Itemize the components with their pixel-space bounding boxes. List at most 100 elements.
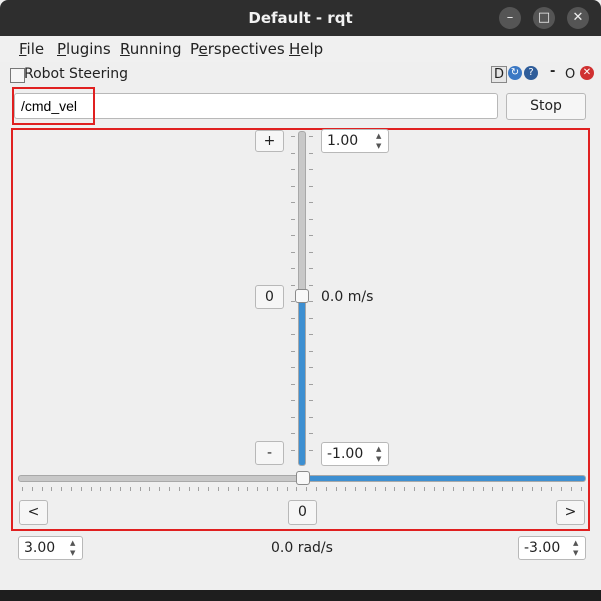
tick-mark <box>309 284 313 286</box>
menu-bar: File Plugins Running Perspectives Help <box>0 36 601 62</box>
menu-running-rest: unning <box>129 40 182 58</box>
tick-mark <box>291 136 295 137</box>
linear-plus-button[interactable]: + <box>255 130 284 152</box>
tick-mark <box>247 487 249 491</box>
stop-button[interactable]: Stop <box>506 93 586 120</box>
tick-mark <box>291 169 295 170</box>
linear-max-spinbox[interactable]: 1.00 ▲ ▼ <box>321 129 389 153</box>
spin-down-icon[interactable]: ▼ <box>573 550 583 557</box>
menu-running[interactable]: Running <box>120 40 181 58</box>
tick-mark <box>276 487 278 491</box>
minimize-icon[interactable]: – <box>499 7 521 29</box>
spin-up-icon[interactable]: ▲ <box>376 133 386 140</box>
tick-mark <box>169 487 170 491</box>
dock-d-icon[interactable]: D <box>491 66 508 83</box>
tick-mark <box>110 487 112 491</box>
tick-mark <box>291 218 295 220</box>
spin-down-icon[interactable]: ▼ <box>376 143 386 150</box>
tick-mark <box>291 251 295 253</box>
tick-mark <box>325 487 327 491</box>
tick-mark <box>472 487 474 491</box>
tick-mark <box>423 487 425 491</box>
tick-mark <box>394 487 396 491</box>
angular-min-spinbox[interactable]: -3.00 ▲ ▼ <box>518 536 586 560</box>
tick-mark <box>512 487 513 491</box>
title-bar[interactable]: Default - rqt – □ ✕ <box>0 0 601 36</box>
help-icon[interactable]: ? <box>524 66 538 80</box>
tick-mark <box>345 487 347 491</box>
minimize-plugin-icon[interactable]: - <box>550 64 555 79</box>
menu-file-rest: ile <box>26 40 45 58</box>
linear-minus-button[interactable]: - <box>255 441 284 465</box>
menu-help-rest: elp <box>300 40 324 58</box>
angular-zero-button[interactable]: 0 <box>288 500 317 525</box>
tick-mark <box>309 334 313 335</box>
tick-mark <box>309 218 313 220</box>
tick-mark <box>309 400 313 401</box>
angular-slider-handle[interactable] <box>296 471 310 485</box>
tick-mark <box>531 487 533 491</box>
topic-highlight-box <box>12 87 95 125</box>
menu-plugins[interactable]: Plugins <box>57 40 111 58</box>
tick-mark <box>227 487 229 491</box>
linear-slider-handle[interactable] <box>295 289 309 303</box>
tick-mark <box>291 383 295 385</box>
linear-slider-fill <box>299 297 305 465</box>
menu-help[interactable]: Help <box>289 40 323 58</box>
tick-mark <box>309 317 313 319</box>
plugin-icon <box>10 68 25 83</box>
tick-mark <box>374 487 376 491</box>
angular-min-value: -3.00 <box>524 540 561 556</box>
background-terminal-strip <box>0 590 601 601</box>
angular-left-button[interactable]: < <box>19 500 48 525</box>
angular-right-button[interactable]: > <box>556 500 585 525</box>
tick-mark <box>482 487 484 491</box>
float-plugin-icon[interactable]: O <box>565 67 575 82</box>
linear-min-spinbox[interactable]: -1.00 ▲ ▼ <box>321 442 389 466</box>
tick-mark <box>291 185 295 187</box>
reload-icon[interactable]: ↻ <box>508 66 522 80</box>
menu-file[interactable]: File <box>19 40 44 58</box>
linear-zero-button[interactable]: 0 <box>255 285 284 309</box>
tick-mark <box>355 487 357 491</box>
tick-mark <box>443 487 445 491</box>
tick-mark <box>502 487 504 491</box>
close-icon[interactable]: ✕ <box>567 7 589 29</box>
spin-up-icon[interactable]: ▲ <box>70 540 80 547</box>
menu-perspectives[interactable]: Perspectives <box>190 40 285 58</box>
menu-plugins-rest: lugins <box>66 40 111 58</box>
tick-mark <box>291 317 295 319</box>
spin-down-icon[interactable]: ▼ <box>70 550 80 557</box>
tick-mark <box>22 487 23 491</box>
tick-mark <box>218 487 219 491</box>
linear-max-value: 1.00 <box>327 133 359 149</box>
tick-mark <box>309 416 313 418</box>
menu-perspectives-rest: rspectives <box>207 40 285 58</box>
rqt-window: Default - rqt – □ ✕ File Plugins Running… <box>0 0 601 601</box>
close-plugin-icon[interactable]: ✕ <box>580 66 594 80</box>
tick-mark <box>453 487 455 491</box>
tick-mark <box>309 268 313 269</box>
angular-slider-fill <box>304 476 585 481</box>
tick-mark <box>120 487 121 491</box>
spin-up-icon[interactable]: ▲ <box>573 540 583 547</box>
spin-up-icon[interactable]: ▲ <box>376 446 386 453</box>
tick-mark <box>291 268 295 269</box>
tick-mark <box>309 383 313 385</box>
angular-max-spinbox[interactable]: 3.00 ▲ ▼ <box>18 536 83 560</box>
maximize-icon[interactable]: □ <box>533 7 555 29</box>
tick-mark <box>257 487 259 491</box>
tick-mark <box>316 487 317 491</box>
tick-mark <box>51 487 53 491</box>
tick-mark <box>291 416 295 418</box>
tick-mark <box>404 487 406 491</box>
tick-mark <box>309 152 313 154</box>
tick-mark <box>414 487 415 491</box>
spin-down-icon[interactable]: ▼ <box>376 456 386 463</box>
tick-mark <box>291 400 295 401</box>
menu-perspectives-accel: e <box>198 40 208 58</box>
tick-mark <box>139 487 141 491</box>
tick-mark <box>149 487 151 491</box>
tick-mark <box>267 487 268 491</box>
tick-mark <box>291 449 295 451</box>
